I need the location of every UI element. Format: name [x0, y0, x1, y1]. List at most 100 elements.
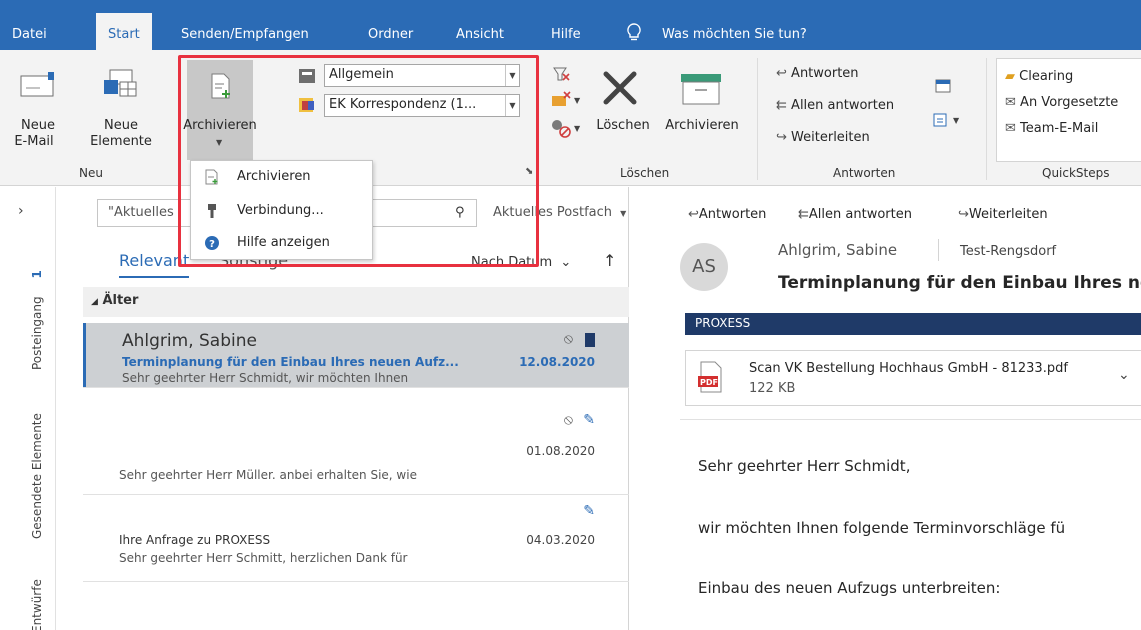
- new-email-button[interactable]: Neue E-Mail: [14, 66, 60, 158]
- tab-ansicht[interactable]: Ansicht: [456, 13, 504, 50]
- folder-drafts[interactable]: Entwürfe: [30, 579, 44, 630]
- folder-sent[interactable]: Gesendete Elemente: [30, 413, 44, 539]
- quickstep-manager-label: An Vorgesetzte: [1020, 95, 1119, 110]
- tell-me-search[interactable]: Was möchten Sie tun?: [662, 13, 807, 50]
- header-divider: [938, 239, 939, 261]
- mail-preview: Sehr geehrter Herr Schmitt, herzlichen D…: [119, 551, 408, 565]
- quickstep-clearing-label: Clearing: [1019, 69, 1074, 84]
- archive-button2-label: Archivieren: [665, 118, 739, 133]
- more-respond-icon[interactable]: [932, 112, 950, 130]
- mail-sender: Ahlgrim, Sabine: [122, 331, 257, 351]
- body-line: Einbau des neuen Aufzugs unterbreiten:: [698, 579, 1001, 597]
- new-email-label-2: E-Mail: [14, 134, 54, 149]
- mail-date: 01.08.2020: [526, 444, 595, 458]
- reply-all-label: Allen antworten: [791, 98, 895, 113]
- reply-all-button[interactable]: ⇇ Allen antworten: [776, 98, 894, 113]
- folder-combo-general[interactable]: Allgemein ▼: [324, 64, 520, 87]
- combo-arrow-icon[interactable]: ▼: [505, 95, 519, 116]
- reply-icon: ↩: [776, 66, 787, 81]
- attachment-name: Scan VK Bestellung Hochhaus GmbH - 81233…: [749, 361, 1068, 376]
- edit-draft-icon: ✎: [583, 412, 595, 428]
- delete-button-label: Löschen: [596, 118, 650, 133]
- archive-icon: [211, 73, 230, 99]
- mail-subject: Ihre Anfrage zu PROXESS: [119, 533, 271, 547]
- category-flag-icon[interactable]: [585, 333, 595, 347]
- tab-relevant[interactable]: Relevant: [119, 251, 190, 278]
- body-line: wir möchten Ihnen folgende Terminvorschl…: [698, 519, 1066, 537]
- quickstep-clearing[interactable]: ▰ Clearing: [1005, 69, 1073, 84]
- forward-mail-icon: ✉: [1005, 95, 1016, 110]
- combo-arrow-icon[interactable]: ▼: [505, 65, 519, 86]
- chevron-down-icon[interactable]: ⌄: [1118, 367, 1130, 383]
- tab-datei[interactable]: Datei: [12, 13, 47, 50]
- tab-ordner[interactable]: Ordner: [368, 13, 413, 50]
- colored-folder-icon: [299, 98, 314, 112]
- archive-button[interactable]: Archivieren: [657, 64, 747, 154]
- menu-item-archive[interactable]: Archivieren: [191, 165, 372, 189]
- mail-item[interactable]: Ahlgrim, Sabine Terminplanung für den Ei…: [83, 323, 629, 387]
- search-icon[interactable]: ⚲: [455, 205, 465, 220]
- cleanup-icon[interactable]: [550, 90, 572, 110]
- reader-reply-all-label: Allen antworten: [808, 207, 912, 222]
- header-separator: [680, 419, 1141, 420]
- dialog-launcher-icon[interactable]: ⬊: [525, 166, 533, 177]
- chevron-down-icon: ▼: [216, 138, 223, 147]
- chevron-down-icon[interactable]: ▼: [953, 116, 959, 125]
- attachment-size: 122 KB: [749, 381, 796, 396]
- combo-value-general: Allgemein: [329, 67, 394, 82]
- folder-inbox-label: Posteingang: [30, 296, 44, 370]
- group-header-older[interactable]: ◢ Älter: [83, 287, 629, 317]
- archive-button-label: Archivieren: [183, 118, 257, 133]
- reader-reply-all-button[interactable]: ⇇Allen antworten: [798, 207, 912, 222]
- new-items-button[interactable]: Neue Elemente: [90, 66, 168, 158]
- reply-icon: ↩: [688, 207, 699, 222]
- junk-icon[interactable]: [550, 118, 572, 138]
- ribbon-tab-bar: Datei Start Senden/Empfangen Ordner Ansi…: [0, 0, 1141, 50]
- paperclip-icon: ⦸: [563, 412, 573, 428]
- combo-value-ek: EK Korrespondenz (1...: [329, 97, 477, 112]
- meeting-reply-icon[interactable]: [934, 78, 952, 96]
- reader-forward-button[interactable]: ↪Weiterleiten: [958, 207, 1048, 222]
- quickstep-team[interactable]: ✉ Team-E-Mail: [1005, 121, 1098, 136]
- sort-direction-icon[interactable]: ↑: [603, 251, 616, 270]
- tab-senden-empfangen[interactable]: Senden/Empfangen: [181, 13, 309, 50]
- pdf-file-icon: [698, 361, 722, 393]
- mail-item[interactable]: ⦸ ✎ 01.08.2020 Sehr geehrter Herr Müller…: [83, 388, 629, 494]
- tab-hilfe[interactable]: Hilfe: [551, 13, 581, 50]
- quicksteps-gallery: ▰ Clearing ✉ An Vorgesetzte ✉ Team-E-Mai…: [996, 58, 1141, 162]
- lightbulb-icon: [627, 23, 641, 41]
- archive-dropdown-button[interactable]: Archivieren ▼: [183, 60, 257, 160]
- quickstep-manager[interactable]: ✉ An Vorgesetzte: [1005, 95, 1118, 110]
- forward-icon: ↪: [958, 207, 969, 222]
- expand-chevron-icon[interactable]: ›: [18, 203, 24, 219]
- attachment-card[interactable]: PDF Scan VK Bestellung Hochhaus GmbH - 8…: [685, 350, 1141, 406]
- reply-button[interactable]: ↩ Antworten: [776, 66, 859, 81]
- reply-label: Antworten: [791, 66, 859, 81]
- tab-start[interactable]: Start: [96, 13, 152, 50]
- drawer-icon: [299, 69, 315, 83]
- folder-combo-ek[interactable]: EK Korrespondenz (1... ▼: [324, 94, 520, 117]
- search-scope-dropdown[interactable]: Aktuelles Postfach ▼: [485, 199, 645, 227]
- mail-item[interactable]: ✎ Ihre Anfrage zu PROXESS 04.03.2020 Seh…: [83, 495, 629, 581]
- sort-dropdown[interactable]: Nach Datum ⌄: [471, 255, 571, 270]
- folder-inbox[interactable]: Posteingang 1: [30, 270, 44, 370]
- menu-item-help[interactable]: ? Hilfe anzeigen: [191, 231, 372, 255]
- reader-sender[interactable]: Ahlgrim, Sabine: [778, 241, 897, 259]
- delete-button[interactable]: Löschen: [590, 64, 656, 154]
- chevron-down-icon[interactable]: ▼: [574, 96, 580, 105]
- forward-button[interactable]: ↪ Weiterleiten: [776, 130, 870, 145]
- mail-date: 04.03.2020: [526, 533, 595, 547]
- ignore-icon[interactable]: [552, 64, 570, 82]
- reply-all-icon: ⇇: [798, 207, 809, 222]
- group-label-antworten: Antworten: [833, 166, 896, 180]
- mail-preview: Sehr geehrter Herr Schmidt, wir möchten …: [122, 371, 409, 385]
- list-divider: [83, 581, 629, 582]
- reader-reply-label: Antworten: [698, 207, 767, 222]
- plug-icon: [208, 204, 216, 218]
- new-email-label-1: Neue: [21, 118, 55, 133]
- forward-icon: ↪: [776, 130, 787, 145]
- reader-reply-button[interactable]: ↩Antworten: [688, 207, 766, 222]
- category-bar: PROXESS: [685, 313, 1141, 335]
- menu-item-connection[interactable]: Verbindung...: [191, 199, 372, 223]
- chevron-down-icon[interactable]: ▼: [574, 124, 580, 133]
